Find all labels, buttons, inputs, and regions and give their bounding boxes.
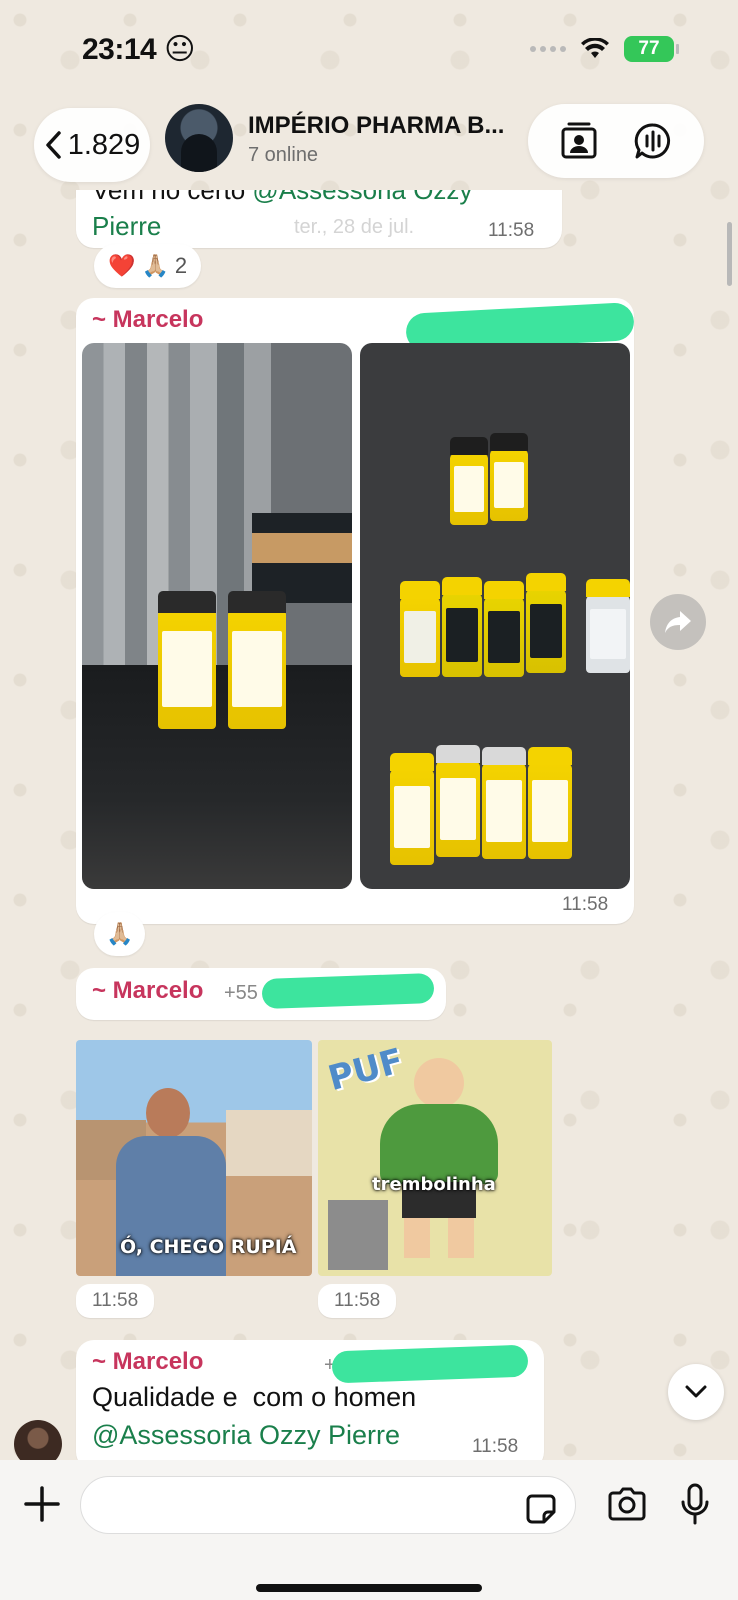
phone-prefix: +55 <box>224 982 258 1004</box>
sender-name[interactable]: ~ Marcelo <box>92 977 203 1005</box>
message-bubble[interactable]: ~ Marcelo +55 76 Qualidade e com o homen… <box>76 1340 544 1460</box>
message-time: 11:58 <box>472 1436 519 1457</box>
message-text: Qualidade e com o homen <box>92 1382 417 1412</box>
redacted-phone <box>261 973 435 1009</box>
message-text: Vem no certo @Assessoria Ozzy Pierre <box>92 190 472 244</box>
photo-vials-on-floor[interactable] <box>360 343 630 889</box>
message-date: ter., 28 de jul. <box>294 216 415 238</box>
status-bar: 23:14 😐 77 <box>0 0 738 100</box>
forward-arrow-icon <box>665 611 691 633</box>
camera-icon[interactable] <box>606 1486 648 1522</box>
reaction-count: 2 <box>174 253 188 278</box>
scroll-to-bottom-button[interactable] <box>668 1364 724 1420</box>
sender-name[interactable]: ~ Marcelo <box>92 306 203 334</box>
composer-bar <box>0 1460 738 1600</box>
battery-indicator: 77 <box>624 36 679 62</box>
focus-emoji: 😐 <box>164 33 195 66</box>
status-indicators: 77 <box>530 36 679 62</box>
sender-header-bubble: ~ Marcelo +55 2876 <box>76 968 446 1020</box>
message-bubble[interactable]: ~ Marcelo 11:58 <box>76 298 635 924</box>
message-time: 11:58 <box>488 220 535 241</box>
home-indicator <box>256 1584 482 1592</box>
battery-level: 77 <box>638 38 660 59</box>
photo-vials-on-table[interactable] <box>82 343 352 889</box>
scroll-indicator[interactable] <box>727 222 732 286</box>
contact-card-icon[interactable] <box>559 121 599 161</box>
group-avatar[interactable] <box>165 104 233 172</box>
plus-icon[interactable] <box>22 1484 62 1524</box>
sender-name[interactable]: ~ Marcelo <box>92 1348 203 1376</box>
sticker-icon[interactable] <box>524 1492 558 1526</box>
reaction-badge[interactable]: 🙏🏼 <box>94 912 146 956</box>
chevron-left-icon <box>45 131 61 159</box>
reaction-emojis: 🙏🏼 <box>106 921 134 946</box>
forward-button[interactable] <box>650 594 706 650</box>
wifi-icon <box>581 38 609 58</box>
message-list[interactable]: Vem no certo @Assessoria Ozzy Pierre ter… <box>0 190 738 1460</box>
reaction-emojis: ❤️ 🙏🏼 <box>108 253 169 278</box>
mention-link[interactable]: @Assessoria Ozzy Pierre <box>92 1420 400 1451</box>
clock: 23:14 <box>82 33 157 66</box>
mention-link[interactable]: @Assessoria Ozzy <box>252 190 472 205</box>
message-time: 11:58 <box>562 894 609 915</box>
microphone-icon[interactable] <box>680 1482 710 1526</box>
status-time: 23:14 😐 <box>82 32 195 67</box>
sticker-sfx: PUF <box>324 1040 408 1100</box>
header-actions <box>528 104 704 178</box>
message-text-start: Vem no certo <box>92 190 253 205</box>
sticker-man-meme[interactable]: Ó, CHEGO RUPIÁ <box>76 1040 312 1276</box>
cellular-signal-icon <box>530 46 566 52</box>
group-online-status: 7 online <box>248 144 319 166</box>
group-title[interactable]: IMPÉRIO PHARMA B... <box>248 112 504 140</box>
voice-waveform-icon[interactable] <box>633 121 673 161</box>
mention-link[interactable]: Pierre <box>92 211 161 241</box>
redacted-phone <box>331 1344 529 1384</box>
unread-count: 1.829 <box>67 128 141 161</box>
message-time: 11:58 <box>318 1284 397 1318</box>
chat-header: 1.829 IMPÉRIO PHARMA B... 7 online <box>0 100 738 190</box>
message-input[interactable] <box>80 1476 576 1534</box>
sticker-caption: Ó, CHEGO RUPIÁ <box>120 1236 297 1258</box>
reaction-badge[interactable]: ❤️ 🙏🏼 2 <box>94 244 202 288</box>
back-button[interactable]: 1.829 <box>34 108 150 182</box>
chevron-down-icon <box>685 1385 707 1398</box>
message-time: 11:58 <box>76 1284 155 1318</box>
sticker-comic-meme[interactable]: PUF trembolinha <box>318 1040 552 1276</box>
sticker-caption: trembolinha <box>372 1174 496 1195</box>
message-bubble[interactable]: Vem no certo @Assessoria Ozzy Pierre ter… <box>76 190 562 248</box>
